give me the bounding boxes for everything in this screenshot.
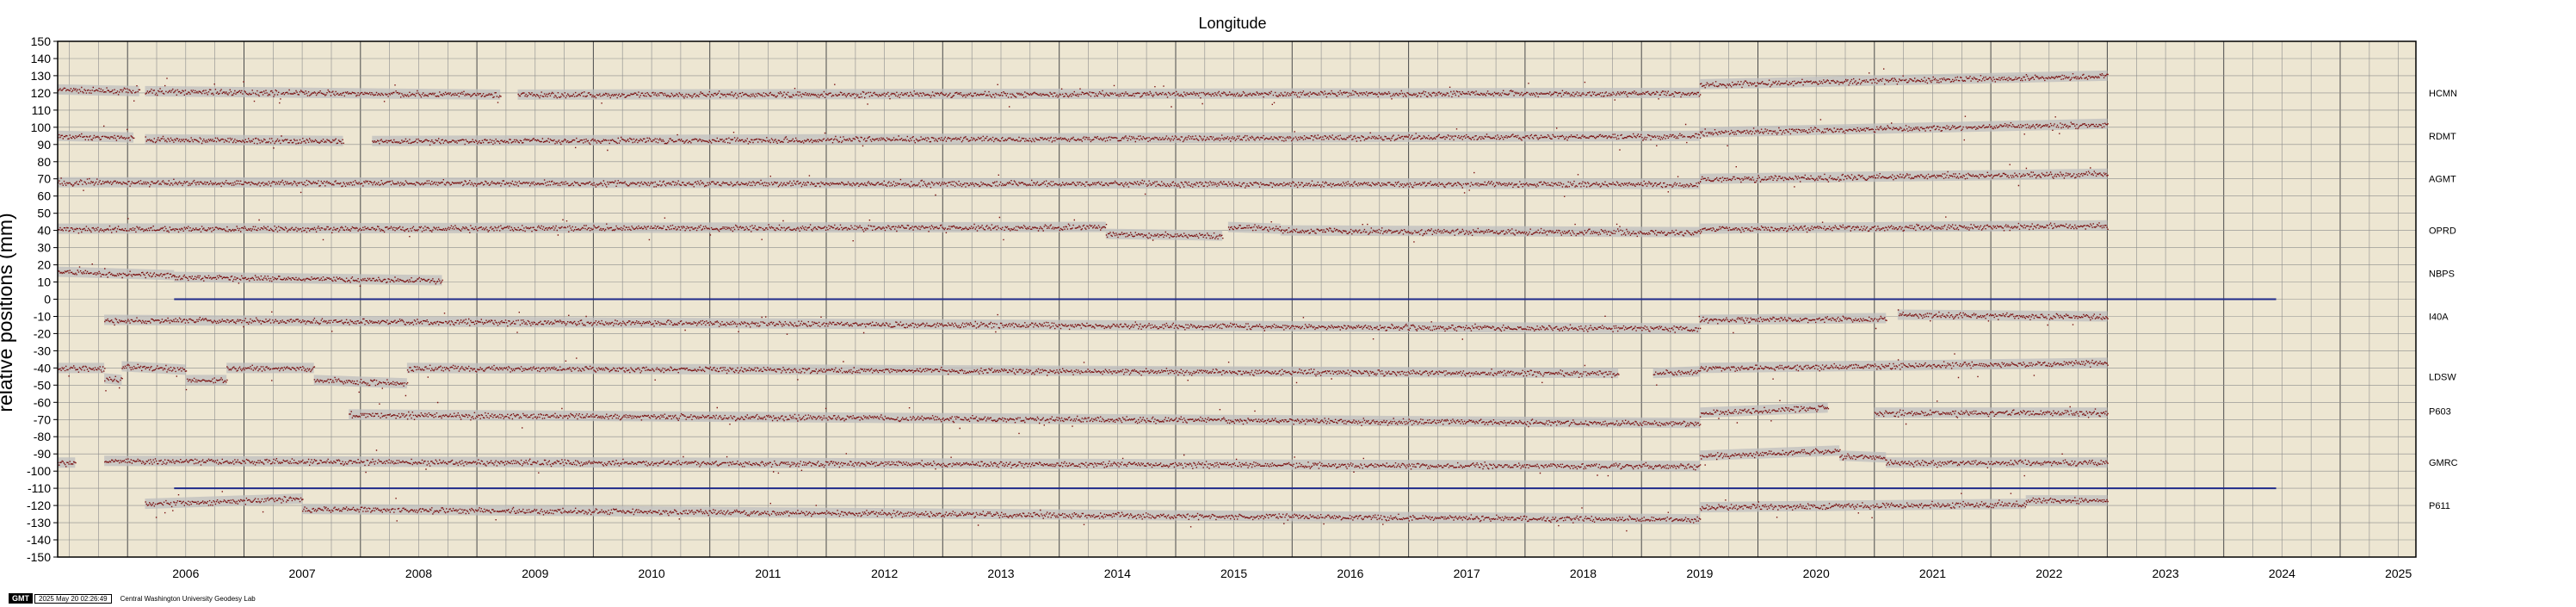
station-label: AGMT [2429, 175, 2456, 185]
y-tick-label: 80 [37, 155, 51, 169]
station-label: LDSW [2429, 372, 2456, 382]
station-label: OPRD [2429, 226, 2456, 237]
y-tick-label: -120 [27, 499, 51, 512]
y-tick-label: 90 [37, 138, 51, 152]
y-tick-label: 70 [37, 172, 51, 186]
y-tick-label: -20 [34, 326, 51, 340]
timestamp: 2025 May 20 02:26:49 [34, 593, 112, 604]
chart-title: Longitude [1198, 15, 1266, 32]
x-tick-label: 2020 [1803, 567, 1830, 580]
x-tick-label: 2006 [172, 567, 199, 580]
station-label: RDMT [2429, 132, 2456, 142]
y-tick-label: 50 [37, 207, 51, 220]
y-tick-label: 100 [31, 121, 52, 134]
x-tick-label: 2013 [987, 567, 1014, 580]
y-tick-label: -140 [27, 533, 51, 547]
station-label: NBPS [2429, 269, 2455, 280]
x-tick-label: 2024 [2269, 567, 2295, 580]
uncertainty-band [104, 373, 122, 386]
uncertainty-band [1886, 457, 2108, 468]
y-tick-label: 110 [32, 103, 52, 117]
y-axis-label: relative positions (mm) [0, 213, 16, 412]
x-tick-label: 2012 [871, 567, 898, 580]
y-tick-label: 30 [37, 241, 51, 255]
y-tick-label: -150 [27, 550, 51, 564]
y-tick-label: -50 [34, 378, 51, 392]
y-tick-label: -100 [27, 464, 51, 478]
uncertainty-band [145, 133, 343, 146]
y-tick-label: 120 [31, 86, 52, 100]
uncertainty-band [1652, 366, 1700, 379]
y-tick-label: 150 [31, 34, 52, 48]
station-label: P603 [2429, 406, 2451, 417]
y-tick-label: 40 [37, 224, 51, 238]
x-tick-label: 2015 [1220, 567, 1247, 580]
y-tick-label: -30 [34, 344, 51, 357]
y-tick-label: -10 [34, 310, 51, 324]
x-tick-label: 2025 [2385, 567, 2412, 580]
y-tick-label: 60 [37, 189, 51, 203]
station-label: HCMN [2429, 89, 2457, 99]
y-tick-label: -90 [34, 447, 51, 461]
y-tick-label: 130 [31, 69, 52, 83]
x-tick-label: 2016 [1337, 567, 1363, 580]
footer: GMT 2025 May 20 02:26:49 Central Washing… [9, 592, 256, 604]
x-tick-label: 2009 [522, 567, 548, 580]
x-tick-label: 2008 [405, 567, 432, 580]
x-tick-label: 2023 [2153, 567, 2179, 580]
chart: Longitude relative positions (mm) -150 -1… [0, 15, 2458, 580]
y-tick-label: -130 [27, 516, 51, 530]
x-tick-label: 2011 [755, 567, 781, 580]
x-tick-label: 2014 [1104, 567, 1131, 580]
y-tick-label: -80 [34, 430, 51, 443]
uncertainty-band [58, 177, 1700, 189]
x-tick-label: 2021 [1919, 567, 1946, 580]
station-label: I40A [2429, 313, 2449, 323]
gmt-logo: GMT [9, 593, 33, 604]
y-tick-label: 140 [31, 52, 52, 65]
station-label: P611 [2429, 501, 2450, 511]
x-tick-label: 2018 [1570, 567, 1597, 580]
x-tick-label: 2019 [1686, 567, 1713, 580]
x-tick-label: 2017 [1454, 567, 1480, 580]
organization-label: Central Washington University Geodesy La… [120, 594, 256, 603]
y-tick-label: 20 [37, 258, 51, 272]
y-tick-label: -110 [28, 481, 51, 495]
y-tick-label: -60 [34, 395, 51, 409]
y-tick-label: -70 [34, 412, 51, 426]
y-tick-label: 10 [37, 276, 51, 289]
station-label: GMRC [2429, 458, 2458, 468]
y-tick-label: 0 [44, 293, 51, 307]
x-tick-label: 2010 [639, 567, 665, 580]
x-tick-label: 2022 [2035, 567, 2062, 580]
y-tick-label: -40 [34, 361, 51, 375]
x-tick-label: 2007 [289, 567, 316, 580]
